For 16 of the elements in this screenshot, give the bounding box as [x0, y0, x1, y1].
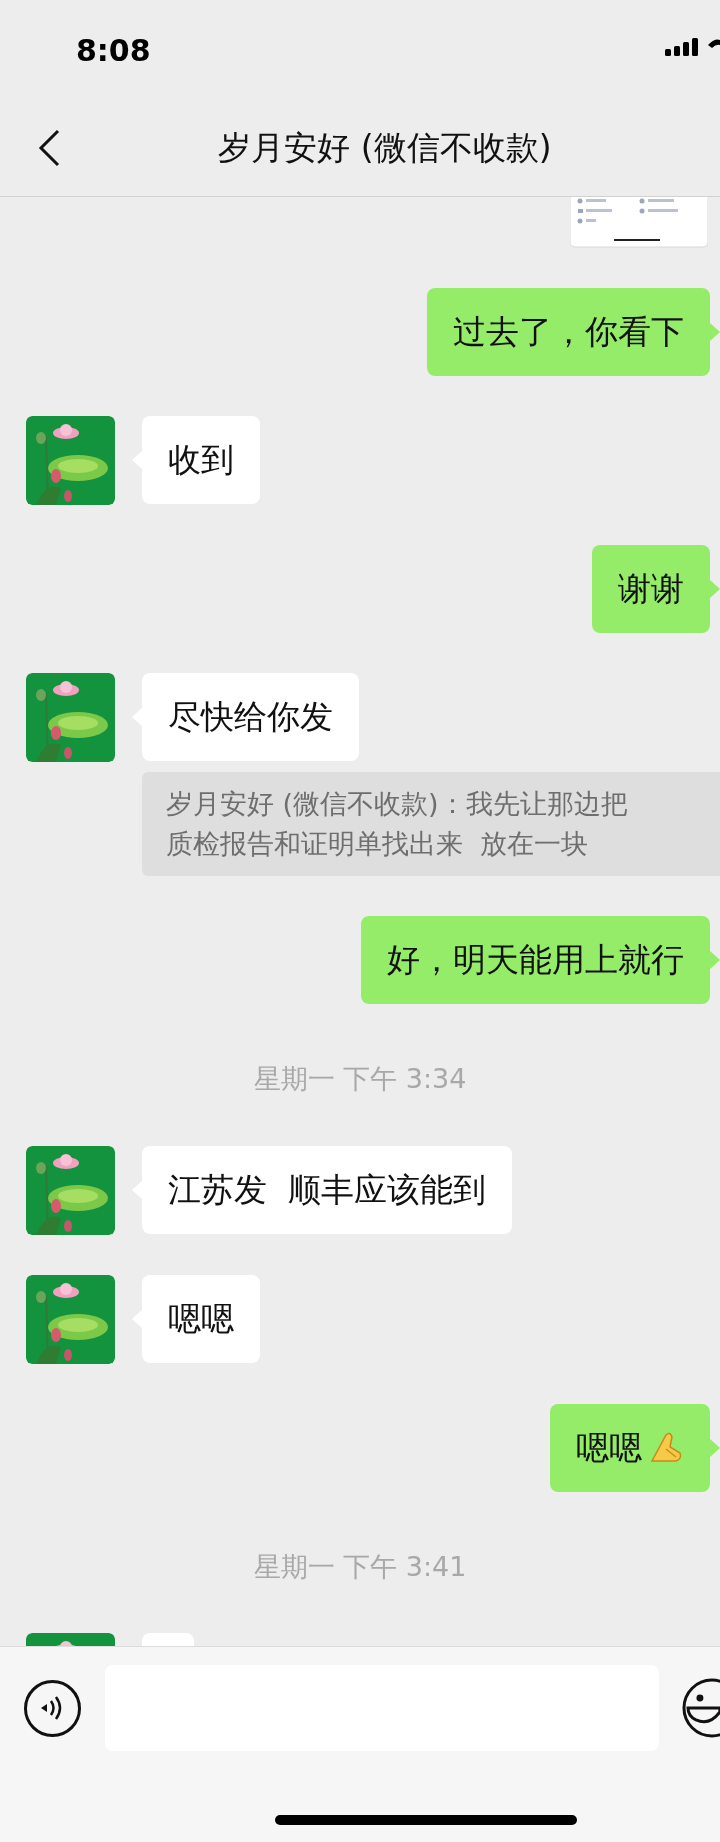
message-bubble[interactable]: 收到	[142, 416, 260, 504]
message-bubble[interactable]: 嗯嗯	[142, 1274, 260, 1363]
timestamp: 星期一 下午 3:34	[253, 1062, 467, 1096]
message-bubble[interactable]: 过去了，你看下	[427, 288, 710, 376]
emoji-icon	[682, 1678, 720, 1738]
message-bubble[interactable]: 好，明天能用上就行	[361, 916, 710, 1004]
message-bubble[interactable]: 谢谢	[592, 545, 710, 633]
quoted-message[interactable]: 岁月安好 (微信不收款)：我先让那边把质检报告和证明单找出来 放在一块	[142, 772, 720, 876]
message-bubble[interactable]: 江苏发 顺丰应该能到	[142, 1145, 512, 1234]
voice-button[interactable]	[24, 1679, 81, 1737]
timestamp: 星期一 下午 3:41	[253, 1549, 467, 1584]
message-bubble[interactable]: 尽快给你发	[142, 673, 359, 761]
message-bubble[interactable]: 嗯嗯	[550, 1403, 710, 1492]
status-time: 8:08	[76, 31, 151, 70]
back-icon	[38, 129, 60, 167]
chat-title: 岁月安好 (微信不收款)	[217, 127, 553, 170]
